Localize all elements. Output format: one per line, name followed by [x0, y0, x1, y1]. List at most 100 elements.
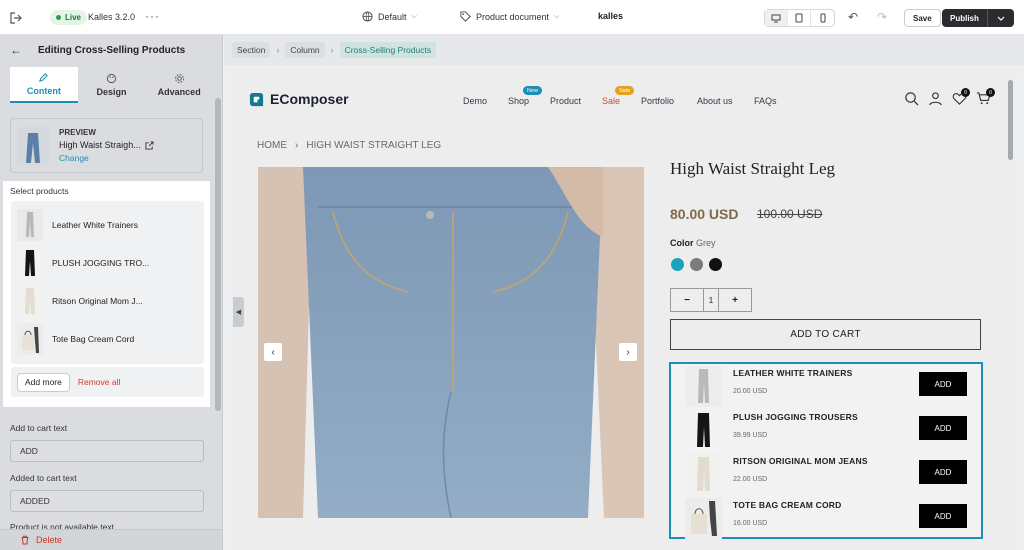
color-swatch-black[interactable]: [709, 258, 722, 271]
remove-all-button[interactable]: Remove all: [78, 377, 121, 387]
panel-header: ← Editing Cross-Selling Products: [0, 35, 222, 65]
breadcrumb-current[interactable]: Cross-Selling Products: [339, 42, 437, 58]
save-button[interactable]: Save: [904, 9, 941, 27]
breadcrumb-section[interactable]: Section: [232, 42, 271, 58]
template-select[interactable]: Default ⌵: [362, 11, 417, 22]
list-item: LEATHER WHITE TRAINERS 20.00 USD ADD: [683, 366, 979, 407]
product-preview-card: PREVIEW High Waist Straigh... Change: [10, 118, 203, 173]
product-name[interactable]: PLUSH JOGGING TROUSERS: [733, 412, 858, 422]
canvas-scrollbar[interactable]: [1008, 80, 1013, 160]
color-value: Grey: [696, 238, 716, 248]
nav-sale[interactable]: Sale: [602, 96, 620, 106]
tablet-icon: [795, 13, 803, 23]
add-button[interactable]: ADD: [919, 460, 967, 484]
list-item[interactable]: PLUSH JOGGING TRO...: [17, 247, 149, 279]
tab-content[interactable]: Content: [10, 67, 78, 103]
qty-minus-button[interactable]: −: [671, 295, 703, 306]
list-item[interactable]: Tote Bag Cream Cord: [17, 323, 134, 355]
cart-count-badge: 0: [986, 88, 995, 97]
tablet-view-button[interactable]: [788, 10, 811, 26]
breadcrumb-column[interactable]: Column: [285, 42, 325, 58]
exit-icon[interactable]: [9, 11, 23, 25]
add-button[interactable]: ADD: [919, 372, 967, 396]
change-product-link[interactable]: Change: [59, 153, 154, 163]
product-thumbnail: [685, 366, 722, 407]
color-swatch-teal[interactable]: [671, 258, 684, 271]
tab-advanced[interactable]: Advanced: [145, 67, 213, 103]
panel-title: Editing Cross-Selling Products: [38, 44, 186, 56]
theme-version: Kalles 3.2.0: [88, 12, 136, 22]
color-swatch-grey[interactable]: [690, 258, 703, 271]
next-image-button[interactable]: ›: [619, 343, 637, 361]
page-select[interactable]: Product document ⌵: [460, 11, 559, 22]
undo-button[interactable]: ↶: [848, 10, 858, 24]
globe-icon: [362, 11, 373, 22]
wishlist-count-badge: 0: [961, 88, 970, 97]
nav-faqs[interactable]: FAQs: [754, 96, 777, 106]
chevron-right-icon: ›: [330, 45, 334, 55]
nav-portfolio[interactable]: Portfolio: [641, 96, 674, 106]
account-icon[interactable]: [928, 91, 943, 106]
publish-options-button[interactable]: [988, 9, 1014, 27]
added-to-cart-text-field[interactable]: ADDED: [10, 490, 204, 512]
store-header: EComposer Demo Shop New Product Sale Sal…: [233, 75, 1014, 125]
add-button[interactable]: ADD: [919, 416, 967, 440]
selected-products-list: Leather White Trainers PLUSH JOGGING TRO…: [11, 201, 204, 364]
color-label: Color Grey: [670, 238, 716, 248]
mobile-view-button[interactable]: [811, 10, 834, 26]
collapse-panel-button[interactable]: ◀: [233, 297, 244, 327]
search-icon[interactable]: [904, 91, 919, 106]
prev-image-button[interactable]: ‹: [264, 343, 282, 361]
list-item[interactable]: Leather White Trainers: [17, 209, 138, 241]
tab-design-label: Design: [96, 87, 127, 97]
redo-button[interactable]: ↷: [877, 10, 887, 24]
store-name: kalles: [598, 11, 624, 21]
select-products-section: Select products Leather White Trainers P…: [3, 181, 210, 407]
product-price: 39.99 USD: [733, 432, 768, 439]
add-more-button[interactable]: Add more: [17, 372, 70, 392]
product-thumbnail: [685, 454, 722, 495]
product-price: 22.00 USD: [733, 476, 768, 483]
nav-product[interactable]: Product: [550, 96, 581, 106]
product-image: [258, 167, 644, 518]
store-logo[interactable]: EComposer: [249, 91, 349, 107]
nav-about-us[interactable]: About us: [697, 96, 733, 106]
chevron-right-icon: ›: [295, 140, 299, 151]
add-to-cart-button[interactable]: ADD TO CART: [670, 319, 981, 350]
qty-plus-button[interactable]: +: [719, 295, 751, 306]
list-item[interactable]: Ritson Original Mom J...: [17, 285, 143, 317]
add-to-cart-text-field[interactable]: ADD: [10, 440, 204, 462]
preview-product-name: High Waist Straigh...: [59, 140, 141, 150]
nav-demo[interactable]: Demo: [463, 96, 487, 106]
publish-label[interactable]: Publish: [942, 9, 988, 27]
list-item: RITSON ORIGINAL MOM JEANS 22.00 USD ADD: [683, 454, 979, 495]
product-title: High Waist Straight Leg: [670, 159, 835, 178]
product-breadcrumb: HOME › HIGH WAIST STRAIGHT LEG: [257, 140, 441, 151]
product-name: Ritson Original Mom J...: [52, 296, 143, 306]
product-name[interactable]: LEATHER WHITE TRAINERS: [733, 368, 852, 378]
color-label-text: Color: [670, 238, 694, 248]
list-item: TOTE BAG CREAM CORD 16.00 USD ADD: [683, 498, 979, 539]
qty-value-input[interactable]: 1: [703, 289, 719, 311]
product-name: PLUSH JOGGING TRO...: [52, 258, 150, 268]
more-menu-button[interactable]: ···: [145, 9, 160, 23]
tab-design[interactable]: Design: [78, 67, 146, 103]
sale-badge: Sale: [615, 86, 635, 95]
external-link-icon[interactable]: [145, 140, 154, 150]
panel-scrollbar[interactable]: [215, 98, 221, 411]
delete-button[interactable]: Delete: [0, 529, 222, 550]
product-name[interactable]: RITSON ORIGINAL MOM JEANS: [733, 456, 868, 466]
product-name[interactable]: TOTE BAG CREAM CORD: [733, 500, 841, 510]
back-arrow-icon[interactable]: ←: [10, 43, 32, 57]
desktop-view-button[interactable]: [765, 10, 788, 26]
publish-button[interactable]: Publish: [942, 9, 1014, 27]
page-label: Product document: [476, 11, 550, 22]
nav-shop[interactable]: Shop: [508, 96, 529, 106]
chevron-down-icon: ⌵: [554, 12, 560, 20]
tab-advanced-label: Advanced: [157, 87, 201, 97]
product-thumbnail: [17, 323, 43, 355]
add-button[interactable]: ADD: [919, 504, 967, 528]
product-thumbnail: [17, 247, 43, 279]
breadcrumb-home-link[interactable]: HOME: [257, 140, 287, 151]
chevron-down-icon: ⌵: [411, 12, 417, 20]
